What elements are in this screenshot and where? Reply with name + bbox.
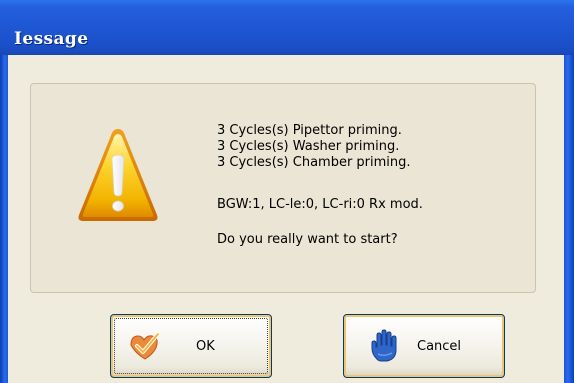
window-title: Iessage	[14, 29, 89, 49]
ok-button[interactable]: OK	[110, 314, 272, 378]
message-line-pipettor: 3 Cycles(s) Pipettor priming.	[217, 123, 402, 138]
hand-stop-icon	[371, 329, 397, 362]
message-line-confirm: Do you really want to start?	[217, 232, 398, 247]
ok-button-label: OK	[196, 339, 215, 354]
window-frame-left	[0, 55, 8, 383]
checkmark-icon	[130, 332, 160, 360]
window-frame-right	[564, 55, 574, 383]
message-line-mode: BGW:1, LC-le:0, LC-ri:0 Rx mod.	[217, 197, 423, 212]
title-bar[interactable]: Iessage	[0, 0, 574, 55]
cancel-button[interactable]: Cancel	[343, 314, 505, 378]
cancel-button-label: Cancel	[417, 339, 462, 354]
message-line-chamber: 3 Cycles(s) Chamber priming.	[217, 155, 411, 170]
message-dialog: Iessage 3 Cycles(s) Pipettor priming. 3 …	[0, 0, 574, 383]
warning-triangle-icon	[78, 129, 158, 221]
message-line-washer: 3 Cycles(s) Washer priming.	[217, 139, 400, 154]
